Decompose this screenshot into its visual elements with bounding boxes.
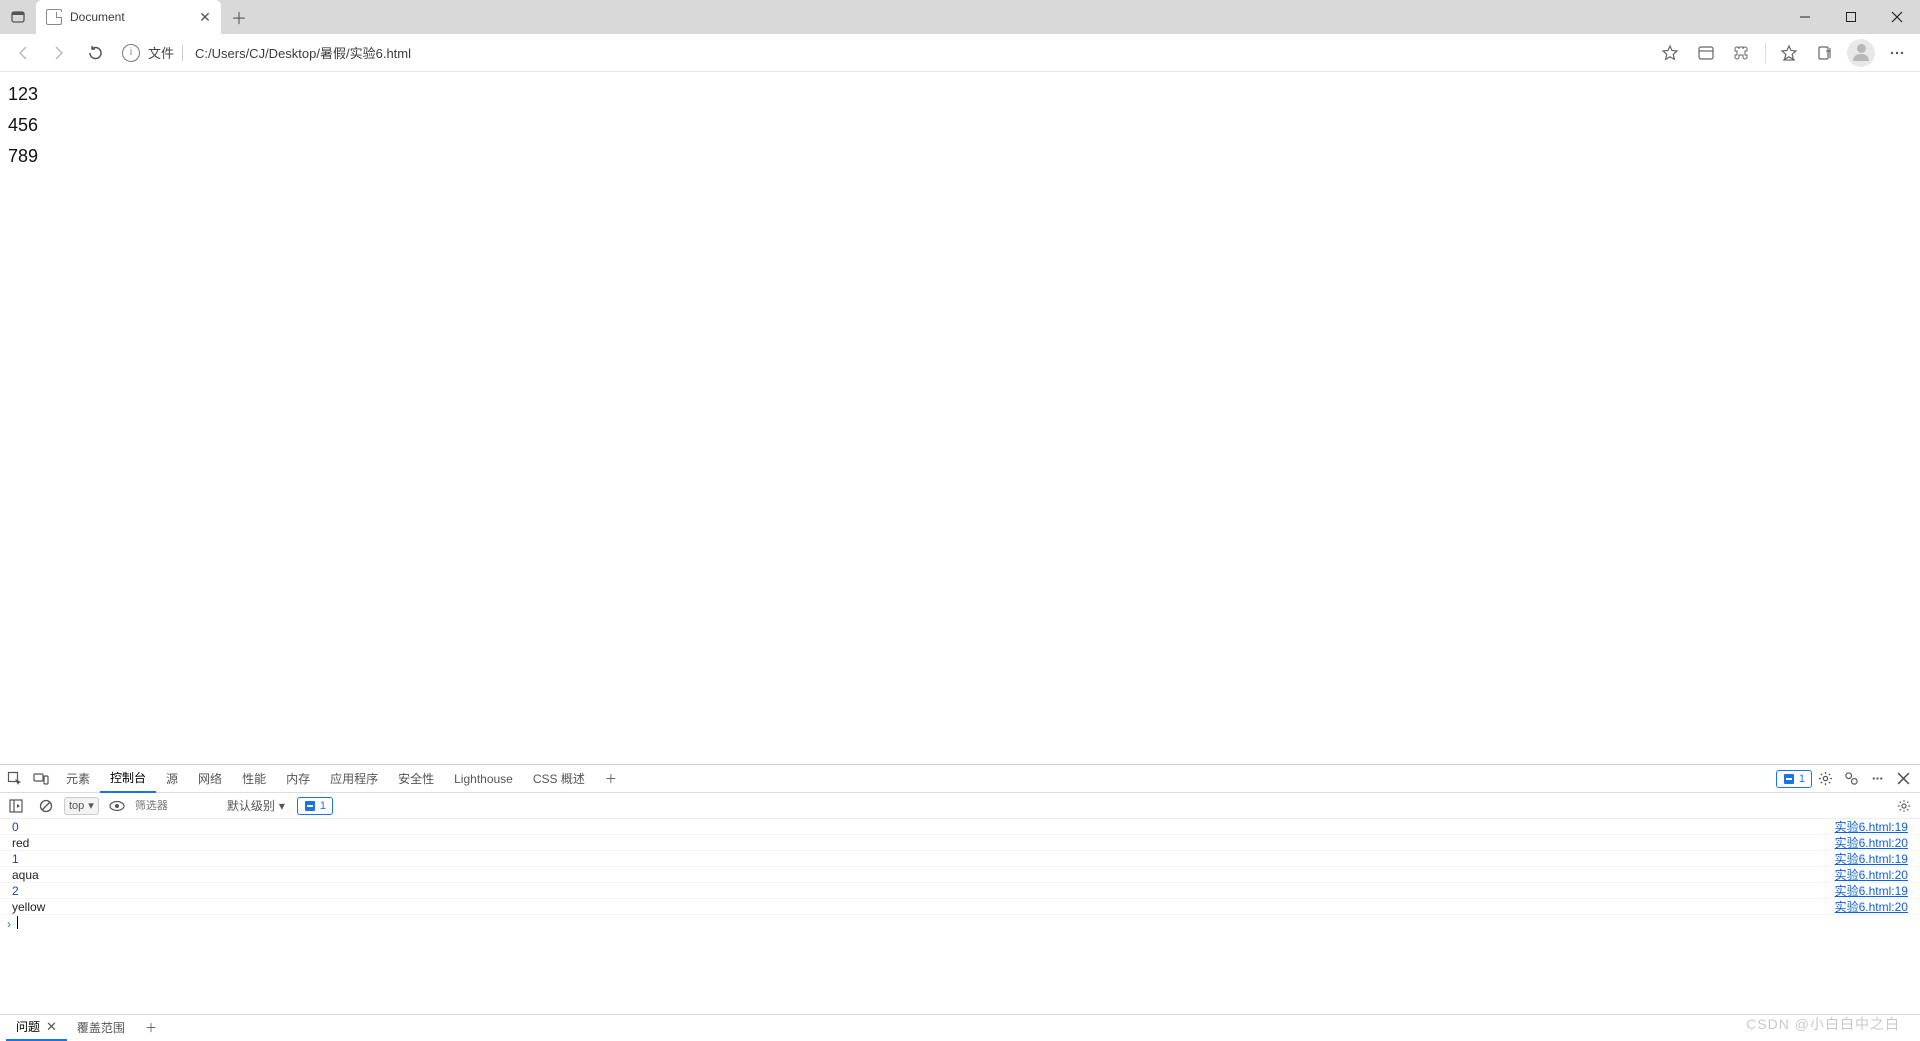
- address-url: C:/Users/CJ/Desktop/暑假/实验6.html: [195, 43, 411, 62]
- console-settings-button[interactable]: [1892, 794, 1916, 818]
- page-line: 789: [8, 146, 1912, 167]
- console-toolbar: top ▾ 默认级别 ▾ 1: [0, 793, 1920, 819]
- nav-reload-button[interactable]: [78, 37, 112, 69]
- console-log-message: 1: [12, 851, 1835, 866]
- window-minimize-button[interactable]: [1782, 0, 1828, 34]
- console-log-row: 1实验6.html:19: [0, 851, 1920, 867]
- avatar-icon: [1847, 39, 1875, 67]
- drawer-tab-label: 覆盖范围: [77, 1019, 125, 1036]
- extensions-button[interactable]: [1725, 37, 1759, 69]
- console-log-source-link[interactable]: 实验6.html:20: [1835, 867, 1908, 882]
- console-issues-badge[interactable]: 1: [297, 797, 333, 815]
- new-tab-button[interactable]: ＋: [225, 3, 253, 31]
- tab-close-button[interactable]: ✕: [197, 9, 213, 25]
- console-input-row[interactable]: ›: [0, 915, 1920, 992]
- console-caret: [17, 916, 18, 929]
- console-filter-input[interactable]: [135, 800, 215, 812]
- console-level-label: 默认级别: [227, 797, 275, 814]
- devtools-tab[interactable]: 控制台: [100, 765, 156, 793]
- devtools-activity-button[interactable]: [1838, 766, 1864, 792]
- devtools-drawer-tabs: 问题 ✕ 覆盖范围 ＋: [0, 1014, 1920, 1040]
- console-sidebar-toggle[interactable]: [4, 794, 28, 818]
- tab-title: Document: [70, 10, 197, 24]
- console-log-source-link[interactable]: 实验6.html:20: [1835, 899, 1908, 914]
- favorites-bar-button[interactable]: [1772, 37, 1806, 69]
- console-issues-count: 1: [320, 800, 326, 812]
- console-log-source-link[interactable]: 实验6.html:19: [1835, 851, 1908, 866]
- address-separator: [182, 45, 183, 61]
- toolbar-separator: [1765, 43, 1766, 63]
- devtools-tab[interactable]: 应用程序: [320, 765, 388, 793]
- devtools-device-button[interactable]: [28, 766, 54, 792]
- console-log-row: yellow实验6.html:20: [0, 899, 1920, 915]
- console-output: 0实验6.html:19red实验6.html:201实验6.html:19aq…: [0, 819, 1920, 915]
- devtools-more-button[interactable]: [1864, 766, 1890, 792]
- console-log-row: red实验6.html:20: [0, 835, 1920, 851]
- browser-titlebar: Document ✕ ＋: [0, 0, 1920, 34]
- devtools-tab[interactable]: 安全性: [388, 765, 444, 793]
- console-log-source-link[interactable]: 实验6.html:19: [1835, 883, 1908, 898]
- site-info-icon[interactable]: i: [122, 44, 140, 62]
- devtools-tab-strip: 元素控制台源网络性能内存应用程序安全性LighthouseCSS 概述 ＋ 1: [0, 765, 1920, 793]
- console-log-message: 0: [12, 819, 1835, 834]
- nav-back-button[interactable]: [6, 37, 40, 69]
- devtools-tab[interactable]: 元素: [56, 765, 100, 793]
- devtools-tab[interactable]: 网络: [188, 765, 232, 793]
- chevron-down-icon: ▾: [88, 799, 94, 812]
- collections-button[interactable]: [1808, 37, 1842, 69]
- console-live-expr-button[interactable]: [105, 794, 129, 818]
- favorite-button[interactable]: [1653, 37, 1687, 69]
- tab-search-button[interactable]: [0, 0, 36, 34]
- devtools-issues-badge[interactable]: 1: [1776, 770, 1812, 788]
- devtools-add-tab-button[interactable]: ＋: [595, 765, 627, 793]
- console-log-source-link[interactable]: 实验6.html:20: [1835, 835, 1908, 850]
- devtools-issues-count: 1: [1799, 773, 1805, 785]
- console-log-row: 2实验6.html:19: [0, 883, 1920, 899]
- devtools-close-button[interactable]: [1890, 766, 1916, 792]
- devtools-tab[interactable]: Lighthouse: [444, 765, 523, 793]
- console-log-message: 2: [12, 883, 1835, 898]
- profile-button[interactable]: [1844, 37, 1878, 69]
- devtools-panel: 元素控制台源网络性能内存应用程序安全性LighthouseCSS 概述 ＋ 1 …: [0, 764, 1920, 1040]
- page-line: 123: [8, 84, 1912, 105]
- page-line: 456: [8, 115, 1912, 136]
- drawer-add-tab-button[interactable]: ＋: [135, 1015, 167, 1041]
- devtools-settings-button[interactable]: [1812, 766, 1838, 792]
- window-maximize-button[interactable]: [1828, 0, 1874, 34]
- browser-toolbar: i 文件 C:/Users/CJ/Desktop/暑假/实验6.html: [0, 34, 1920, 72]
- console-clear-button[interactable]: [34, 794, 58, 818]
- console-prompt-icon: ›: [7, 916, 11, 932]
- console-log-row: aqua实验6.html:20: [0, 867, 1920, 883]
- console-log-message: yellow: [12, 899, 1835, 914]
- devtools-inspect-button[interactable]: [2, 766, 28, 792]
- devtools-tab[interactable]: 内存: [276, 765, 320, 793]
- address-scheme-label: 文件: [148, 43, 174, 62]
- nav-forward-button[interactable]: [42, 37, 76, 69]
- console-level-select[interactable]: 默认级别 ▾: [221, 797, 291, 814]
- drawer-tab-label: 问题: [16, 1018, 40, 1035]
- console-scope-label: top: [69, 800, 84, 812]
- console-log-message: aqua: [12, 867, 1835, 882]
- menu-button[interactable]: [1880, 37, 1914, 69]
- chevron-down-icon: ▾: [279, 799, 285, 813]
- devtools-tab[interactable]: CSS 概述: [523, 765, 595, 793]
- toolbar-right: [1653, 37, 1914, 69]
- devtools-tab[interactable]: 性能: [232, 765, 276, 793]
- devtools-tab[interactable]: 源: [156, 765, 188, 793]
- page-content: 123 456 789: [0, 72, 1920, 189]
- console-log-source-link[interactable]: 实验6.html:19: [1835, 819, 1908, 834]
- sidebar-button[interactable]: [1689, 37, 1723, 69]
- window-controls: [1782, 0, 1920, 34]
- tab-favicon-icon: [46, 9, 62, 25]
- browser-tab[interactable]: Document ✕: [36, 0, 221, 34]
- console-log-message: red: [12, 835, 1835, 850]
- drawer-tab-close-icon[interactable]: ✕: [46, 1019, 57, 1035]
- drawer-tab-coverage[interactable]: 覆盖范围: [67, 1015, 135, 1041]
- drawer-tab-issues[interactable]: 问题 ✕: [6, 1015, 67, 1041]
- console-log-row: 0实验6.html:19: [0, 819, 1920, 835]
- window-close-button[interactable]: [1874, 0, 1920, 34]
- console-scope-select[interactable]: top ▾: [64, 797, 99, 815]
- address-bar[interactable]: i 文件 C:/Users/CJ/Desktop/暑假/实验6.html: [114, 38, 1651, 68]
